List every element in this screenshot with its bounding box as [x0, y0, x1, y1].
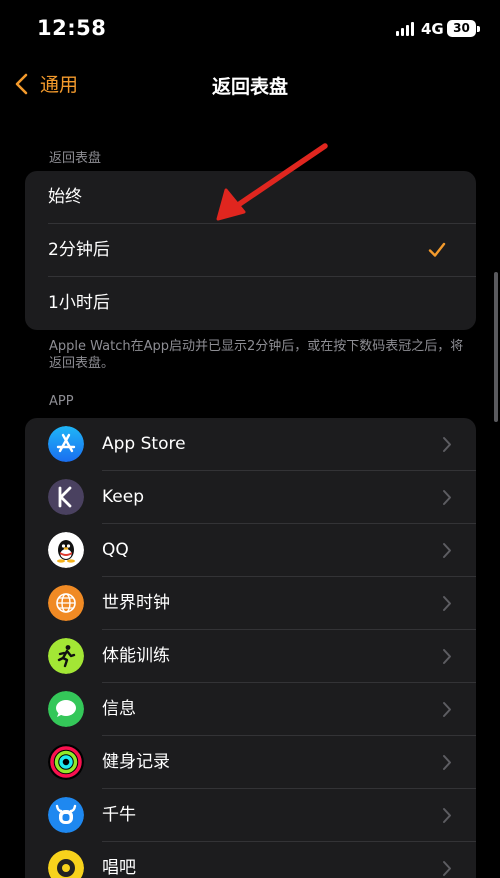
chevron-right-icon: [443, 702, 451, 717]
app-row-world-clock[interactable]: 世界时钟: [25, 577, 476, 630]
app-row-workout[interactable]: 体能训练: [25, 630, 476, 683]
network-type: 4G: [421, 20, 444, 38]
signal-icon: [396, 22, 416, 36]
messages-icon: [48, 691, 84, 727]
app-label: 唱吧: [102, 858, 136, 878]
option-2-minutes[interactable]: 2分钟后: [25, 224, 476, 277]
return-options-group: 始终 2分钟后 1小时后: [25, 171, 476, 330]
app-label: 世界时钟: [102, 593, 170, 613]
status-bar: 12:58 4G 30: [0, 0, 500, 60]
app-row-activity[interactable]: 健身记录: [25, 736, 476, 789]
app-label: 信息: [102, 699, 136, 719]
battery-cap: [477, 26, 480, 32]
app-row-qq[interactable]: QQ: [25, 524, 476, 577]
checkmark-icon: [428, 242, 446, 257]
status-time: 12:58: [37, 16, 107, 40]
app-label: 千牛: [102, 805, 136, 825]
workout-icon: [48, 638, 84, 674]
chevron-right-icon: [443, 861, 451, 876]
battery-icon: 30: [447, 20, 476, 37]
navigation-bar: 通用 返回表盘: [0, 62, 500, 106]
chevron-right-icon: [443, 596, 451, 611]
chevron-right-icon: [443, 543, 451, 558]
changba-icon: [48, 850, 84, 878]
world-clock-icon: [48, 585, 84, 621]
app-row-qianniu[interactable]: 千牛: [25, 789, 476, 842]
keep-icon: [48, 479, 84, 515]
app-label: 健身记录: [102, 752, 170, 772]
option-label: 始终: [48, 187, 82, 207]
app-store-icon: [48, 426, 84, 462]
activity-icon: [48, 744, 84, 780]
app-label: App Store: [102, 434, 186, 454]
app-row-messages[interactable]: 信息: [25, 683, 476, 736]
option-1-hour[interactable]: 1小时后: [25, 277, 476, 330]
chevron-right-icon: [443, 755, 451, 770]
app-label: 体能训练: [102, 646, 170, 666]
option-label: 2分钟后: [48, 240, 110, 260]
chevron-right-icon: [443, 808, 451, 823]
option-always[interactable]: 始终: [25, 171, 476, 224]
section-header-return: 返回表盘: [49, 151, 102, 166]
chevron-right-icon: [443, 490, 451, 505]
qianniu-icon: [48, 797, 84, 833]
app-label: Keep: [102, 487, 145, 507]
page-title: 返回表盘: [211, 76, 288, 98]
app-list-group: App Store Keep QQ 世界时钟 体能训练 信息 健身记录 千牛 唱…: [25, 418, 476, 878]
qq-icon: [48, 532, 84, 568]
option-label: 1小时后: [48, 293, 110, 313]
app-label: QQ: [102, 540, 129, 560]
chevron-right-icon: [443, 437, 451, 452]
app-row-changba[interactable]: 唱吧: [25, 842, 476, 878]
scroll-indicator[interactable]: [494, 272, 498, 422]
section-footer-note: Apple Watch在App启动并已显示2分钟后，或在按下数码表冠之后，将返回…: [49, 339, 464, 371]
chevron-right-icon: [443, 649, 451, 664]
app-row-keep[interactable]: Keep: [25, 471, 476, 524]
section-header-app: APP: [49, 394, 74, 409]
app-row-app-store[interactable]: App Store: [25, 418, 476, 471]
